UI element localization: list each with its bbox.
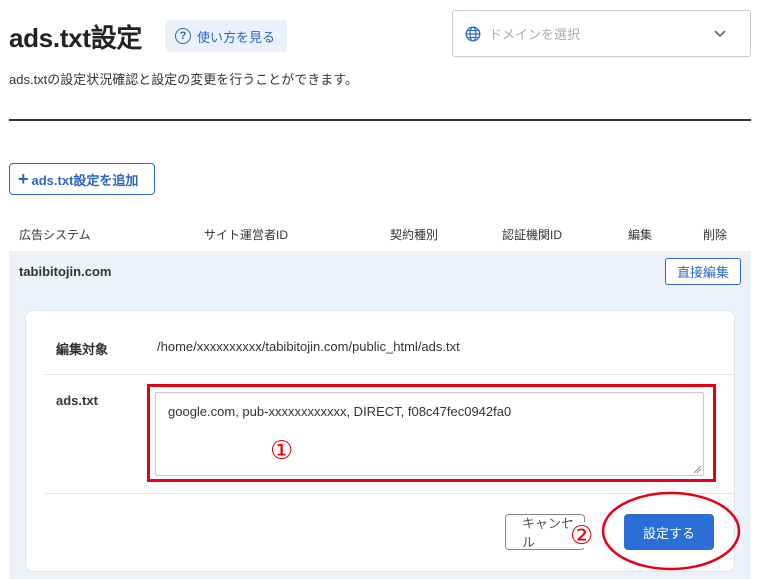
column-header-edit: 編集: [628, 228, 653, 242]
page-title: ads.txt設定: [9, 23, 143, 53]
domain-select[interactable]: ドメインを選択: [452, 10, 751, 57]
help-icon: ?: [175, 28, 191, 44]
help-button[interactable]: ? 使い方を見る: [165, 20, 287, 52]
globe-icon: [465, 26, 481, 41]
page-description: ads.txtの設定状況確認と設定の変更を行うことができます。: [9, 72, 358, 87]
annotation-marker-2: ②: [568, 520, 596, 550]
divider: [9, 119, 751, 121]
site-row: tabibitojin.com 直接編集: [9, 251, 751, 293]
annotation-circle: [601, 491, 741, 571]
column-header-cert-id: 認証機関ID: [502, 228, 563, 242]
target-path: /home/xxxxxxxxxx/tabibitojin.com/public_…: [157, 339, 460, 354]
divider: [45, 374, 735, 375]
chevron-down-icon: [714, 30, 726, 38]
adstxt-textarea[interactable]: google.com, pub-xxxxxxxxxxxx, DIRECT, f0…: [155, 392, 704, 476]
column-header-relationship: 契約種別: [390, 228, 439, 242]
table-header: 広告システム サイト運営者ID 契約種別 認証機関ID 編集 削除: [9, 220, 751, 250]
annotation-marker-1: ①: [270, 435, 294, 465]
add-button-label: ads.txt設定を追加: [31, 172, 139, 188]
help-button-label: 使い方を見る: [197, 29, 276, 45]
add-adstxt-button[interactable]: + ads.txt設定を追加: [9, 163, 155, 195]
target-label: 編集対象: [56, 342, 109, 357]
adstxt-textarea-value: google.com, pub-xxxxxxxxxxxx, DIRECT, f0…: [168, 404, 512, 419]
plus-icon: +: [18, 169, 29, 189]
column-header-publisher-id: サイト運営者ID: [204, 228, 289, 242]
column-header-delete: 削除: [703, 228, 728, 242]
resize-handle-icon[interactable]: [693, 465, 701, 473]
column-header-ad-system: 広告システム: [19, 228, 91, 242]
adstxt-label: ads.txt: [56, 393, 98, 408]
domain-select-placeholder: ドメインを選択: [489, 27, 581, 42]
direct-edit-button[interactable]: 直接編集: [665, 258, 741, 285]
site-name: tabibitojin.com: [19, 264, 112, 279]
